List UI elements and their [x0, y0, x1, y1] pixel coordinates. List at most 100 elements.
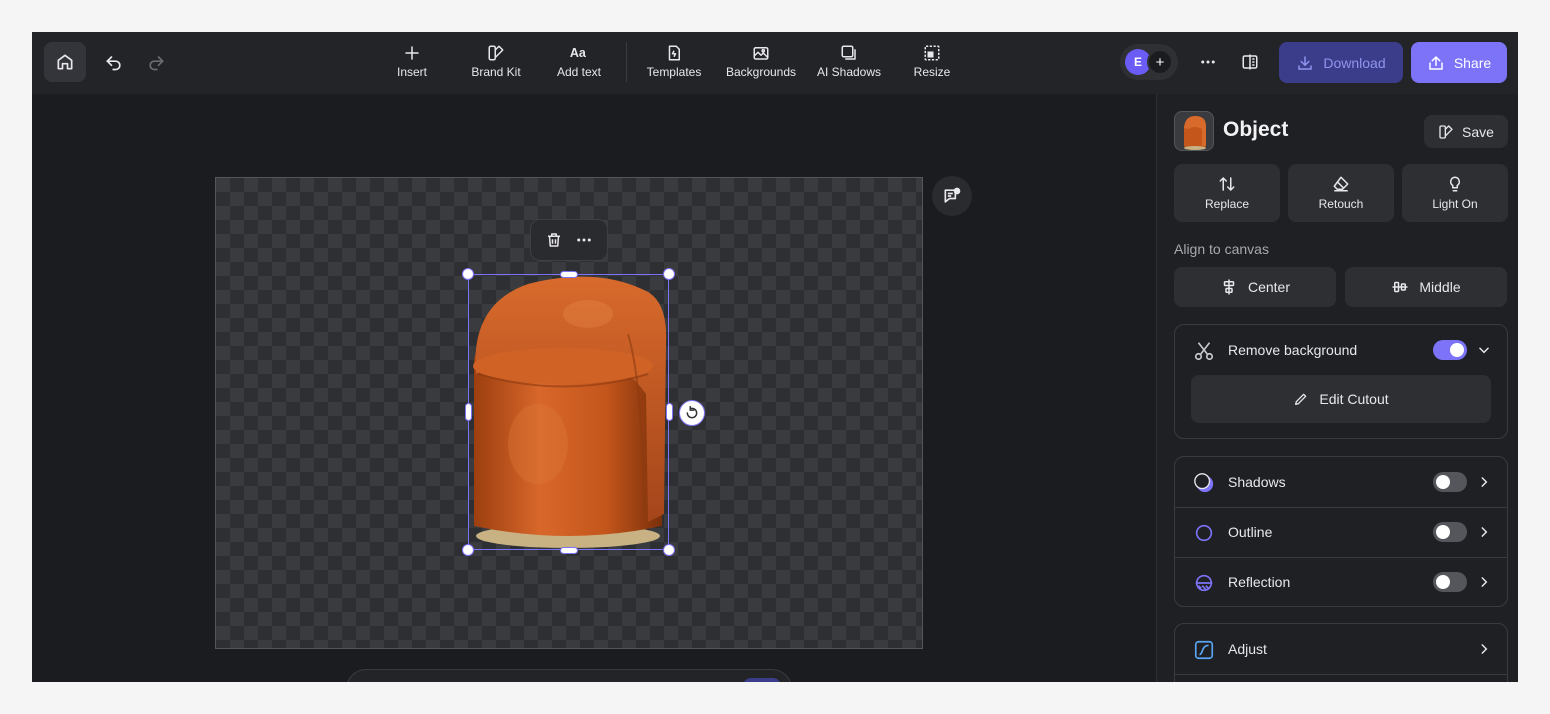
editor-app: Insert Brand Kit Aa Add text Templates B… — [32, 32, 1518, 682]
replace-icon — [1219, 176, 1235, 192]
light-on-label: Light On — [1432, 197, 1478, 211]
resize-icon — [924, 45, 940, 61]
chevron-right-icon[interactable] — [1477, 525, 1491, 539]
rotate-handle[interactable] — [679, 400, 705, 426]
share-icon — [1429, 55, 1443, 70]
align-middle-label: Middle — [1419, 279, 1461, 295]
scissors-icon — [1192, 339, 1216, 363]
plus-icon — [405, 46, 419, 60]
more-horizontal-icon[interactable] — [575, 231, 593, 249]
outline-row[interactable]: Outline — [1175, 507, 1507, 557]
add-comment-button[interactable] — [932, 176, 972, 216]
adjust-row[interactable]: Adjust — [1175, 624, 1507, 674]
edit-cutout-button[interactable]: Edit Cutout — [1191, 375, 1491, 423]
align-middle-icon — [1392, 281, 1408, 293]
insert-tool[interactable]: Insert — [390, 40, 434, 86]
remove-background-row: Remove background — [1175, 325, 1507, 375]
home-icon — [57, 54, 73, 70]
resize-handle-top-right[interactable] — [663, 268, 675, 280]
home-button[interactable] — [44, 42, 86, 82]
rotate-icon — [686, 406, 698, 419]
edit-cutout-label: Edit Cutout — [1319, 391, 1389, 407]
replace-label: Replace — [1204, 197, 1250, 211]
chevron-down-icon[interactable] — [1477, 343, 1491, 357]
chevron-right-icon[interactable] — [1477, 575, 1491, 589]
reflection-toggle[interactable] — [1433, 572, 1467, 592]
insert-tool-label: Insert — [396, 65, 427, 79]
bottom-toolbar-action[interactable] — [743, 678, 781, 682]
ai-shadows-tool[interactable]: AI Shadows — [814, 40, 884, 86]
brand-kit-tool-label: Brand Kit — [471, 65, 521, 79]
ai-shadows-icon — [841, 45, 856, 60]
chevron-right-icon[interactable] — [1477, 475, 1491, 489]
redo-button[interactable] — [140, 42, 172, 82]
outline-toggle[interactable] — [1433, 522, 1467, 542]
adjust-label: Adjust — [1228, 641, 1267, 657]
remove-background-label: Remove background — [1228, 342, 1358, 358]
resize-handle-left[interactable] — [465, 403, 472, 421]
reflection-row[interactable]: Reflection — [1175, 557, 1507, 607]
templates-tool-label: Templates — [646, 65, 702, 79]
resize-tool[interactable]: Resize — [910, 40, 954, 86]
toolbar-divider — [626, 42, 627, 82]
compare-icon — [1242, 54, 1258, 70]
save-button[interactable]: Save — [1424, 115, 1508, 148]
resize-handle-bottom-left[interactable] — [462, 544, 474, 556]
chevron-right-icon[interactable] — [1477, 642, 1491, 656]
shadows-toggle[interactable] — [1433, 472, 1467, 492]
shadows-label: Shadows — [1228, 474, 1286, 490]
reflection-label: Reflection — [1228, 574, 1291, 590]
undo-button[interactable] — [98, 42, 130, 82]
object-float-toolbar — [530, 219, 608, 261]
brand-kit-tool[interactable]: Brand Kit — [468, 40, 524, 86]
reflection-icon — [1192, 571, 1216, 595]
undo-icon — [106, 56, 121, 71]
align-center-label: Center — [1247, 279, 1291, 295]
more-horizontal-icon — [1201, 60, 1215, 64]
redo-icon — [149, 56, 164, 71]
text-icon: Aa — [570, 46, 587, 60]
object-thumbnail — [1174, 111, 1214, 151]
row-divider — [1175, 674, 1507, 675]
resize-handle-bottom-right[interactable] — [663, 544, 675, 556]
save-label: Save — [1462, 123, 1494, 140]
templates-icon — [668, 45, 680, 61]
bulb-icon — [1449, 176, 1461, 192]
trash-icon[interactable] — [545, 231, 563, 249]
pencil-icon — [1295, 393, 1307, 405]
bottom-toolbar — [346, 669, 792, 682]
download-icon — [1298, 55, 1313, 70]
retouch-button[interactable]: Retouch — [1288, 164, 1394, 222]
retouch-icon — [1333, 176, 1349, 192]
brand-kit-icon — [488, 45, 504, 61]
remove-background-toggle[interactable] — [1433, 340, 1467, 360]
backgrounds-tool-label: Backgrounds — [725, 65, 797, 79]
align-center-button[interactable]: Center — [1174, 267, 1336, 307]
download-button[interactable]: Download — [1279, 42, 1403, 83]
light-on-button[interactable]: Light On — [1402, 164, 1508, 222]
templates-tool[interactable]: Templates — [642, 40, 706, 86]
comment-icon — [944, 187, 961, 203]
svg-text:Aa: Aa — [570, 46, 587, 60]
shadows-row[interactable]: Shadows — [1175, 457, 1507, 507]
backgrounds-tool[interactable]: Backgrounds — [722, 40, 800, 86]
align-center-icon — [1223, 279, 1235, 295]
add-text-tool-label: Add text — [556, 65, 602, 79]
compare-button[interactable] — [1236, 44, 1264, 80]
more-options-button[interactable] — [1194, 44, 1222, 80]
brand-kit-icon — [1439, 124, 1453, 139]
retouch-label: Retouch — [1318, 197, 1364, 211]
resize-handle-right[interactable] — [666, 403, 673, 421]
resize-handle-bottom[interactable] — [560, 547, 578, 554]
add-text-tool[interactable]: Aa Add text — [552, 40, 606, 86]
outline-label: Outline — [1228, 524, 1273, 540]
resize-handle-top-left[interactable] — [462, 268, 474, 280]
resize-handle-top[interactable] — [560, 271, 578, 278]
download-label: Download — [1323, 54, 1386, 71]
align-middle-button[interactable]: Middle — [1345, 267, 1507, 307]
replace-button[interactable]: Replace — [1174, 164, 1280, 222]
align-section-label: Align to canvas — [1174, 241, 1269, 257]
add-collaborator-button[interactable]: + — [1147, 49, 1173, 75]
share-button[interactable]: Share — [1411, 42, 1507, 83]
ai-shadows-tool-label: AI Shadows — [816, 65, 882, 79]
